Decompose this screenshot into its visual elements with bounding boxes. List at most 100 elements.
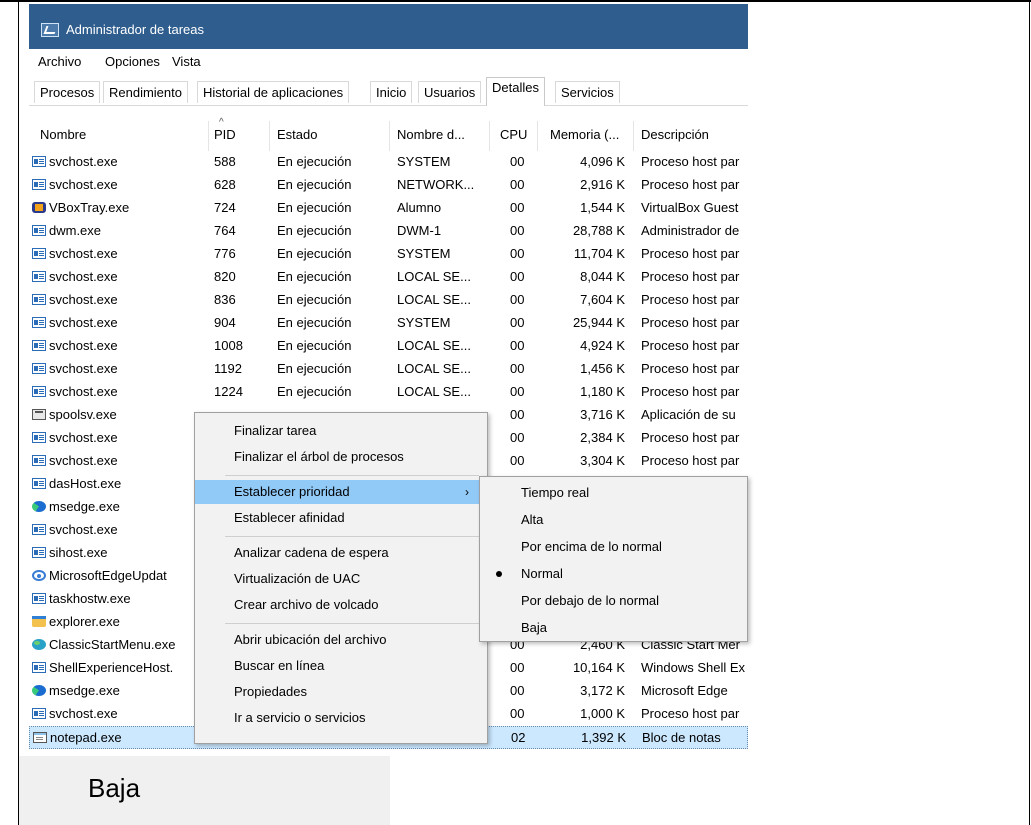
table-row[interactable]: svchost.exe 1008 En ejecución LOCAL SE... 00… [29, 335, 748, 358]
notepad-icon [33, 732, 47, 743]
table-row[interactable]: svchost.exe 588 En ejecución SYSTEM 00 4,096 … [29, 151, 748, 174]
table-row[interactable]: svchost.exe 776 En ejecución SYSTEM 00 11,704… [29, 243, 748, 266]
table-row[interactable]: svchost.exe 904 En ejecución SYSTEM 00 25,944… [29, 312, 748, 335]
priority-item-tiempo-real[interactable]: Tiempo real [480, 480, 745, 506]
cell-description: Bloc de notas [642, 730, 721, 745]
cell-cpu: 00 [510, 407, 525, 422]
cell-name: explorer.exe [49, 614, 120, 629]
cell-memory: 1,000 K [580, 706, 625, 721]
menu-item-label: Propiedades [234, 684, 307, 699]
cell-name: svchost.exe [49, 246, 118, 261]
tab-historial[interactable]: Historial de aplicaciones [197, 81, 350, 103]
table-row[interactable]: svchost.exe 820 En ejecución LOCAL SE... 00 8… [29, 266, 748, 289]
column-divider[interactable] [489, 121, 490, 151]
tab-servicios[interactable]: Servicios [555, 81, 620, 103]
zoomed-label-baja: Baja [88, 773, 141, 803]
priority-item-baja[interactable]: Baja [480, 615, 745, 641]
service-icon [32, 708, 46, 719]
menu-item-ir-a-servicio-o-servicios[interactable]: Ir a servicio o servicios [195, 706, 485, 730]
column-divider[interactable] [208, 121, 209, 151]
service-icon [32, 547, 46, 558]
column-header-memory[interactable]: Memoria (... [550, 127, 619, 142]
menu-item-finalizar-tarea[interactable]: Finalizar tarea [195, 419, 485, 443]
menu-item-crear-archivo-de-volcado[interactable]: Crear archivo de volcado [195, 593, 485, 617]
cell-pid: 820 [214, 269, 236, 284]
cell-description: Proceso host par [641, 154, 740, 169]
menu-item-abrir-ubicacion-del-archivo[interactable]: Abrir ubicación del archivo [195, 628, 485, 652]
priority-item-por-debajo-de-lo-normal[interactable]: Por debajo de lo normal [480, 588, 745, 614]
table-row[interactable]: svchost.exe 1192 En ejecución LOCAL SE... 00… [29, 358, 748, 381]
menu-opciones[interactable]: Opciones [105, 54, 160, 69]
column-header-status[interactable]: Estado [277, 127, 317, 142]
cell-name: msedge.exe [49, 683, 120, 698]
tab-usuarios[interactable]: Usuarios [418, 81, 482, 103]
service-icon [32, 478, 46, 489]
table-row[interactable]: svchost.exe 1224 En ejecución LOCAL SE... 00… [29, 381, 748, 404]
cell-cpu: 00 [510, 269, 525, 284]
title-bar[interactable]: Administrador de tareas [29, 4, 748, 49]
column-header-user[interactable]: Nombre d... [397, 127, 465, 142]
cell-name: svchost.exe [49, 522, 118, 537]
cell-status: En ejecución [277, 177, 352, 192]
table-row[interactable]: svchost.exe 628 En ejecución NETWORK... 00 2,… [29, 174, 748, 197]
cell-pid: 1224 [214, 384, 243, 399]
menu-vista[interactable]: Vista [172, 54, 201, 69]
menu-bar: Archivo Opciones Vista [29, 50, 748, 72]
cell-description: Proceso host par [641, 384, 740, 399]
cell-cpu: 00 [510, 453, 525, 468]
column-header-pid[interactable]: PID [214, 127, 236, 142]
priority-item-alta[interactable]: Alta [480, 507, 745, 533]
menu-item-buscar-en-linea[interactable]: Buscar en línea [195, 654, 485, 678]
cell-cpu: 00 [510, 246, 525, 261]
tab-detalles[interactable]: Detalles [486, 77, 545, 106]
cell-pid: 904 [214, 315, 236, 330]
table-row[interactable]: VBoxTray.exe 724 En ejecución Alumno 00 1,544… [29, 197, 748, 220]
cell-memory: 1,180 K [580, 384, 625, 399]
frame-right-border [1029, 0, 1030, 825]
tab-procesos[interactable]: Procesos [34, 81, 101, 103]
service-icon [32, 386, 46, 397]
service-icon [32, 225, 46, 236]
menu-item-virtualizacion-de-uac[interactable]: Virtualización de UAC [195, 567, 485, 591]
tab-rendimiento[interactable]: Rendimiento [103, 81, 188, 103]
service-icon [32, 156, 46, 167]
tab-inicio[interactable]: Inicio [370, 81, 413, 103]
column-divider[interactable] [269, 121, 270, 151]
update-icon [32, 570, 46, 581]
cell-description: Proceso host par [641, 430, 740, 445]
cell-user: DWM-1 [397, 223, 442, 238]
cell-pid: 628 [214, 177, 236, 192]
column-divider[interactable] [537, 121, 538, 151]
cell-pid: 836 [214, 292, 236, 307]
service-icon [32, 593, 46, 604]
cell-name: taskhostw.exe [49, 591, 131, 606]
cell-name: svchost.exe [49, 338, 118, 353]
cell-cpu: 00 [510, 315, 525, 330]
table-row[interactable]: dwm.exe 764 En ejecución DWM-1 00 28,788 K Adm… [29, 220, 748, 243]
priority-item-por-encima-de-lo-normal[interactable]: Por encima de lo normal [480, 534, 745, 560]
cell-name: msedge.exe [49, 499, 120, 514]
cell-name: svchost.exe [49, 361, 118, 376]
table-row[interactable]: svchost.exe 836 En ejecución LOCAL SE... 00 7… [29, 289, 748, 312]
column-header-description[interactable]: Descripción [641, 127, 709, 142]
column-header-name[interactable]: Nombre [40, 127, 86, 142]
menu-item-analizar-cadena-de-espera[interactable]: Analizar cadena de espera [195, 541, 485, 565]
cell-memory: 3,304 K [580, 453, 625, 468]
cell-status: En ejecución [277, 384, 352, 399]
cell-description: Proceso host par [641, 246, 740, 261]
cell-memory: 1,392 K [581, 730, 626, 745]
menu-item-finalizar-el-arbol-de-procesos[interactable]: Finalizar el árbol de procesos [195, 445, 485, 469]
column-divider[interactable] [389, 121, 390, 151]
cell-memory: 2,916 K [580, 177, 625, 192]
column-header-cpu[interactable]: CPU [500, 127, 527, 142]
cell-name: VBoxTray.exe [49, 200, 130, 215]
menu-item-establecer-afinidad[interactable]: Establecer afinidad [195, 506, 485, 530]
cell-status: En ejecución [277, 361, 352, 376]
menu-item-establecer-prioridad[interactable]: Establecer prioridad › [195, 480, 485, 504]
priority-item-normal[interactable]: Normal [480, 561, 745, 587]
cell-name: svchost.exe [49, 154, 118, 169]
menu-item-propiedades[interactable]: Propiedades [195, 680, 485, 704]
menu-archivo[interactable]: Archivo [38, 54, 81, 69]
column-divider[interactable] [633, 121, 634, 151]
cell-status: En ejecución [277, 200, 352, 215]
